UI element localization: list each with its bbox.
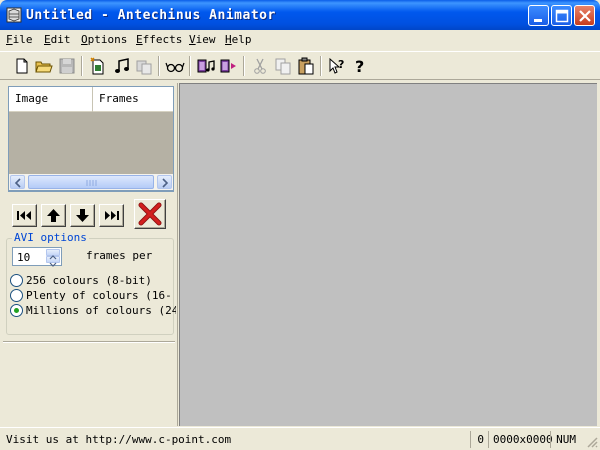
- column-frames[interactable]: Frames: [93, 87, 173, 112]
- frames-panel: Image Frames AVI options 10 frames per 2…: [3, 83, 178, 426]
- spinner-up-button[interactable]: [46, 249, 60, 260]
- status-message: Visit us at http://www.c-point.com: [6, 433, 232, 446]
- status-bar: Visit us at http://www.c-point.com 0 000…: [0, 427, 600, 450]
- radio-label: Millions of colours (24: [26, 304, 176, 317]
- panel-divider: [3, 341, 175, 343]
- move-up-icon: [47, 209, 60, 222]
- menu-options[interactable]: Options: [81, 33, 127, 46]
- radio-label: 256 colours (8-bit): [26, 274, 152, 287]
- insert-music-icon[interactable]: [196, 56, 216, 76]
- spinner-down-button[interactable]: [46, 256, 60, 267]
- radio-button[interactable]: [10, 289, 23, 302]
- save-icon[interactable]: [57, 56, 77, 76]
- last-frame-icon: [105, 211, 119, 220]
- spinner-buttons[interactable]: [46, 249, 60, 267]
- minimize-icon: [534, 19, 542, 22]
- menu-effects[interactable]: Effects: [136, 33, 182, 46]
- menu-view[interactable]: View: [189, 33, 216, 46]
- export-icon[interactable]: [219, 56, 239, 76]
- music-icon[interactable]: [112, 56, 132, 76]
- paste-icon[interactable]: [296, 56, 316, 76]
- context-help-icon[interactable]: ?: [327, 56, 347, 76]
- help-icon[interactable]: ?: [350, 56, 370, 76]
- radio-button[interactable]: [10, 274, 23, 287]
- avi-options-label: AVI options: [12, 231, 89, 244]
- minimize-button[interactable]: [528, 5, 549, 26]
- close-button[interactable]: [574, 5, 595, 26]
- radio-button-selected[interactable]: [10, 304, 23, 317]
- maximize-button[interactable]: [551, 5, 572, 26]
- scroll-thumb[interactable]: [28, 175, 154, 189]
- frame-list-header: Image Frames: [9, 87, 173, 112]
- move-up-button[interactable]: [41, 204, 66, 227]
- status-dimensions: 0000x0000: [488, 431, 553, 448]
- scroll-right-button[interactable]: [157, 175, 172, 189]
- open-folder-icon[interactable]: [34, 56, 54, 76]
- chevron-down-icon: [49, 262, 57, 267]
- horizontal-scrollbar[interactable]: [8, 174, 174, 191]
- toolbar: ? ?: [0, 51, 600, 80]
- menu-bar: File Edit Options Effects View Help: [0, 30, 600, 50]
- chevron-left-icon: [14, 178, 21, 188]
- move-down-button[interactable]: [70, 204, 95, 227]
- insert-frames-icon[interactable]: [134, 56, 154, 76]
- grip-icon: [86, 180, 97, 186]
- close-icon: [579, 10, 591, 22]
- resize-grip-icon[interactable]: [586, 436, 598, 448]
- delete-icon: [138, 202, 162, 226]
- svg-text:?: ?: [338, 58, 344, 71]
- move-down-icon: [76, 209, 89, 222]
- chevron-right-icon: [162, 178, 169, 188]
- column-image[interactable]: Image: [9, 87, 93, 112]
- preview-canvas[interactable]: [179, 83, 597, 426]
- copy-icon[interactable]: [273, 56, 293, 76]
- menu-edit[interactable]: Edit: [44, 33, 71, 46]
- last-frame-button[interactable]: [99, 204, 124, 227]
- radio-label: Plenty of colours (16-: [26, 289, 172, 302]
- delete-frame-button[interactable]: [134, 199, 166, 229]
- app-icon[interactable]: [6, 7, 22, 23]
- status-count: 0: [470, 431, 488, 448]
- title-bar[interactable]: Untitled - Antechinus Animator: [0, 0, 600, 30]
- window-title: Untitled - Antechinus Animator: [26, 8, 276, 23]
- menu-help[interactable]: Help: [225, 33, 252, 46]
- import-image-icon[interactable]: [88, 56, 108, 76]
- preview-glasses-icon[interactable]: [165, 56, 185, 76]
- frames-spinner[interactable]: 10: [12, 247, 62, 267]
- menu-file[interactable]: File: [6, 33, 33, 46]
- frames-per-label: frames per: [86, 249, 153, 262]
- maximize-icon: [555, 9, 569, 23]
- scroll-left-button[interactable]: [10, 175, 25, 189]
- svg-text:?: ?: [355, 57, 364, 76]
- cut-icon[interactable]: [250, 56, 270, 76]
- frames-value[interactable]: 10: [17, 251, 30, 264]
- first-frame-button[interactable]: [12, 204, 37, 227]
- first-frame-icon: [17, 211, 31, 220]
- status-num: NUM: [550, 431, 580, 448]
- new-file-icon[interactable]: [12, 56, 32, 76]
